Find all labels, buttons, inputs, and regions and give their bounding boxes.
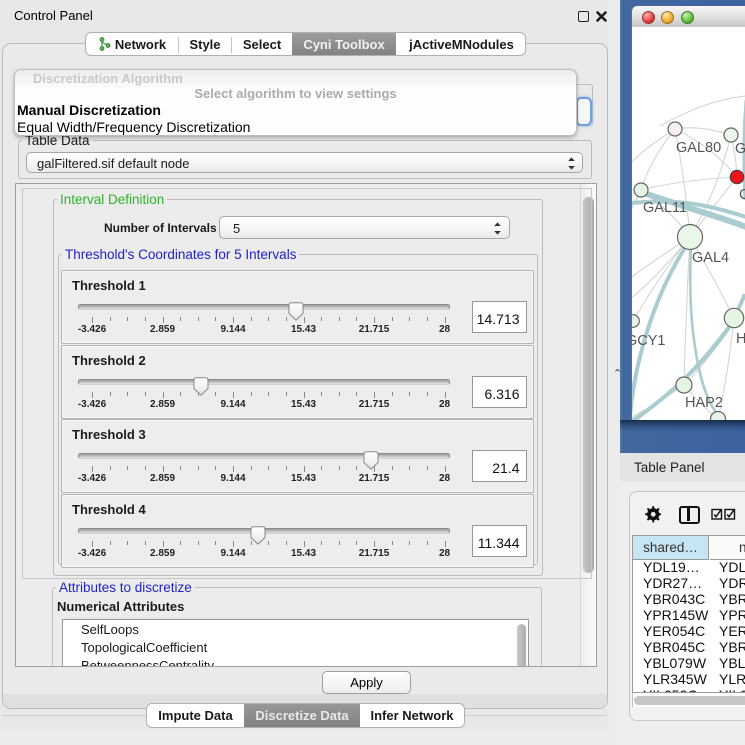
svg-text:GAL11: GAL11	[643, 200, 687, 216]
svg-text:GAL80: GAL80	[676, 140, 721, 156]
svg-text:GA: GA	[735, 141, 745, 157]
svg-text:GCY1: GCY1	[632, 333, 666, 349]
svg-text:HAP2: HAP2	[685, 395, 723, 411]
svg-text:GAL4: GAL4	[692, 250, 729, 266]
svg-text:H: H	[736, 331, 745, 347]
svg-text:C: C	[739, 187, 745, 203]
